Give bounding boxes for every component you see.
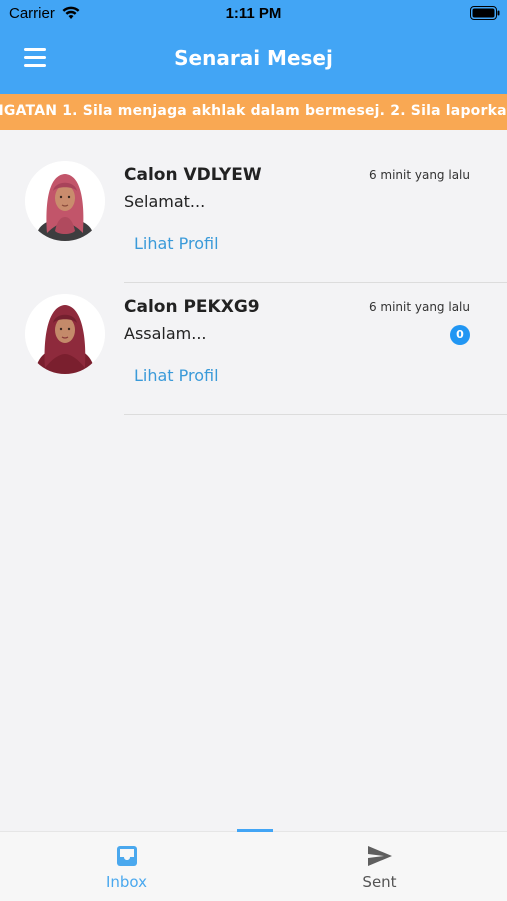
sender-name: Calon PEKXG9 [124,297,260,317]
avatar-image [25,161,105,241]
inbox-icon [117,846,137,866]
bottom-navigation: Inbox Sent [0,829,507,901]
message-preview: Selamat... [124,192,206,211]
status-bar: Carrier 1:11 PM [0,0,507,28]
tab-sent[interactable]: Sent [253,832,506,901]
view-profile-link[interactable]: Lihat Profil [134,234,219,253]
battery-icon [470,6,500,20]
send-icon [368,846,392,866]
app-bar: Senarai Mesej [0,28,507,94]
tab-inbox-label: Inbox [105,873,148,891]
message-item[interactable]: Calon PEKXG9 6 minit yang lalu Assalam..… [0,283,507,415]
message-preview: Assalam... [124,324,207,343]
notice-text: NGATAN 1. Sila menjaga akhlak dalam berm… [0,103,507,119]
avatar-image [25,294,105,374]
page-title: Senarai Mesej [174,46,333,70]
avatar[interactable] [25,294,105,374]
avatar[interactable] [25,161,105,241]
view-profile-link[interactable]: Lihat Profil [134,366,219,385]
unread-badge: 0 [450,325,470,345]
tab-sent-label: Sent [362,873,397,891]
notice-banner: NGATAN 1. Sila menjaga akhlak dalam berm… [0,94,507,130]
message-item[interactable]: Calon VDLYEW 6 minit yang lalu Selamat..… [0,130,507,283]
divider [124,414,507,415]
sender-name: Calon VDLYEW [124,165,262,185]
message-time: 6 minit yang lalu [368,300,470,314]
status-time: 1:11 PM [225,5,282,22]
message-time: 6 minit yang lalu [368,168,470,182]
tab-inbox[interactable]: Inbox [0,832,253,901]
